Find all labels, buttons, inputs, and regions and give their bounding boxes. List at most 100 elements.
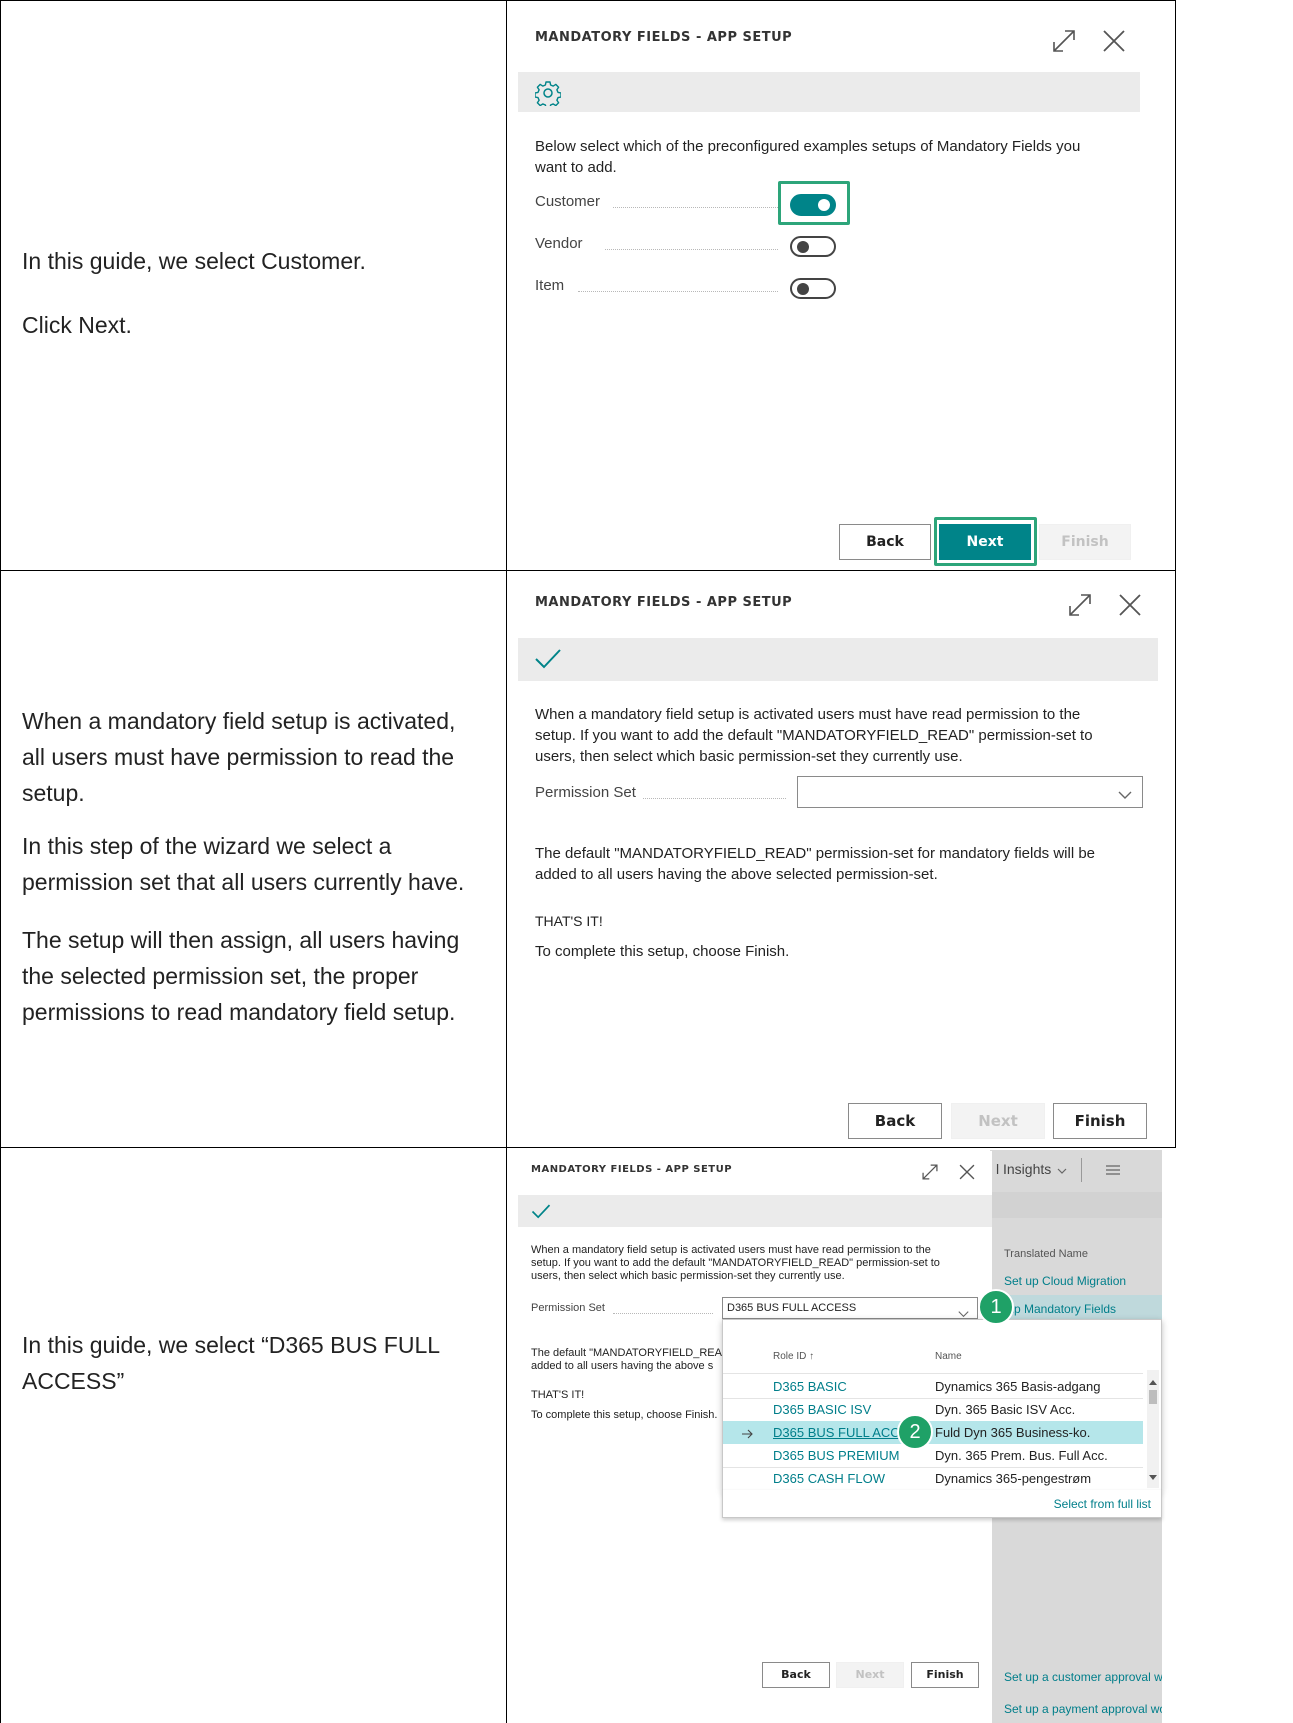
thats-it-heading: THAT'S IT! [535, 913, 603, 929]
item-label: Item [535, 277, 565, 294]
dialog-title: MANDATORY FIELDS - APP SETUP [535, 595, 793, 610]
permission-set-label: Permission Set [535, 784, 636, 801]
checkmark-icon [531, 1203, 551, 1225]
dotted-leader [613, 207, 778, 208]
permission-set-value: D365 BUS FULL ACCESS [727, 1302, 857, 1314]
finish-button[interactable]: Finish [1039, 524, 1131, 560]
dotted-leader [578, 291, 778, 292]
permission-note-line1: The default "MANDATORYFIELD_READ [531, 1347, 730, 1359]
finish-button[interactable]: Finish [1053, 1103, 1147, 1139]
item-toggle[interactable] [790, 278, 836, 299]
guide-paragraph: In this guide, we select “D365 BUS FULL … [22, 1332, 440, 1394]
insights-label: l Insights [996, 1161, 1052, 1177]
role-name-cell: Dyn. 365 Prem. Bus. Full Acc. [935, 1448, 1108, 1463]
guide-paragraph: In this guide, we select Customer. [22, 248, 366, 274]
checkmark-icon [534, 647, 562, 676]
toggle-knob [797, 283, 809, 295]
next-button[interactable]: Next [836, 1662, 904, 1688]
settings-gear-icon [534, 80, 562, 111]
dropdown-row[interactable]: D365 BASIC Dynamics 365 Basis-adgang [723, 1375, 1161, 1398]
dialog-title: MANDATORY FIELDS - APP SETUP [531, 1164, 733, 1175]
customer-toggle[interactable] [790, 194, 836, 216]
permission-set-select[interactable] [797, 776, 1143, 808]
dropdown-row[interactable]: D365 BASIC ISV Dyn. 365 Basic ISV Acc. [723, 1398, 1161, 1421]
vendor-toggle[interactable] [790, 236, 836, 257]
back-button[interactable]: Back [848, 1103, 942, 1139]
guide-paragraph: The setup will then assign, all users ha… [22, 927, 460, 1025]
next-button[interactable]: Next [951, 1103, 1045, 1139]
arrow-right-icon [741, 1427, 753, 1442]
role-name-cell: Fuld Dyn 365 Business-ko. [935, 1425, 1091, 1440]
bg-list-item[interactable]: tup Mandatory Fields [1004, 1302, 1116, 1316]
permission-note: The default "MANDATORYFIELD_READ" permis… [535, 845, 1096, 883]
dialog-intro: Below select which of the preconfigured … [535, 138, 1081, 176]
close-icon[interactable] [958, 1163, 976, 1186]
dropdown-footer: Select from full list [722, 1490, 1162, 1518]
dialog-title: MANDATORY FIELDS - APP SETUP [535, 30, 793, 45]
translated-name-header: Translated Name [1004, 1248, 1088, 1260]
select-from-full-list-link[interactable]: Select from full list [1054, 1497, 1151, 1511]
column-header-role-id[interactable]: Role ID ↑ [773, 1351, 814, 1362]
complete-text: To complete this setup, choose Finish. [531, 1409, 718, 1421]
insights-menu[interactable]: l Insights [996, 1161, 1067, 1178]
scrollbar-thumb[interactable] [1149, 1390, 1157, 1404]
expand-icon[interactable] [921, 1163, 939, 1186]
guide-paragraph: In this step of the wizard we select a p… [22, 833, 465, 895]
step-badge-1: 1 [978, 1289, 1014, 1325]
row-separator [723, 1373, 1143, 1374]
scroll-down-icon[interactable] [1149, 1468, 1157, 1486]
dropdown-row[interactable]: D365 BUS PREMIUM Dyn. 365 Prem. Bus. Ful… [723, 1444, 1161, 1467]
chevron-down-icon [1057, 1162, 1067, 1178]
guide-paragraph: Click Next. [22, 312, 132, 338]
expand-icon[interactable] [1051, 28, 1077, 59]
column-header-name[interactable]: Name [935, 1351, 962, 1362]
guide-text-row3: In this guide, we select “D365 BUS FULL … [0, 1147, 507, 1723]
dropdown-scrollbar[interactable] [1147, 1370, 1159, 1488]
bg-list-item[interactable]: Set up Cloud Migration [1004, 1274, 1126, 1288]
dotted-leader [643, 798, 786, 799]
dropdown-row[interactable]: D365 CASH FLOW Dynamics 365-pengestrøm [723, 1467, 1161, 1490]
vendor-label: Vendor [535, 235, 583, 252]
dropdown-row-selected[interactable]: D365 BUS FULL ACCESS Fuld Dyn 365 Busine… [723, 1421, 1143, 1444]
bg-list-item[interactable]: Set up a customer approval wo [1004, 1670, 1162, 1684]
expand-icon[interactable] [1067, 592, 1093, 623]
role-name-cell: Dynamics 365-pengestrøm [935, 1471, 1092, 1486]
role-id-cell[interactable]: D365 BUS PREMIUM [773, 1448, 899, 1463]
dialog-intro: When a mandatory field setup is activate… [535, 706, 1093, 765]
bg-list-item[interactable]: Set up a payment approval wor [1004, 1702, 1162, 1716]
role-name-cell: Dyn. 365 Basic ISV Acc. [935, 1402, 1076, 1417]
dialog-intro: When a mandatory field setup is activate… [531, 1244, 940, 1282]
status-band [518, 72, 1140, 112]
next-button[interactable]: Next [939, 524, 1031, 560]
chevron-down-icon [1118, 787, 1132, 805]
dotted-leader [605, 249, 778, 250]
thats-it-heading: THAT'S IT! [531, 1389, 585, 1401]
hamburger-menu-icon[interactable] [1105, 1163, 1121, 1181]
permission-set-dropdown[interactable]: Role ID ↑ Name D365 BASIC Dynamics 365 B… [722, 1319, 1162, 1491]
guide-text-row1: In this guide, we select Customer. Click… [0, 0, 507, 571]
complete-text: To complete this setup, choose Finish. [535, 943, 790, 960]
setup-dialog-step2: MANDATORY FIELDS - APP SETUP When a mand… [518, 577, 1170, 1143]
status-band [518, 1195, 992, 1227]
finish-button[interactable]: Finish [911, 1662, 979, 1688]
back-button[interactable]: Back [839, 524, 931, 560]
role-id-cell[interactable]: D365 BASIC ISV [773, 1402, 871, 1417]
step-badge-2: 2 [897, 1414, 933, 1450]
back-button[interactable]: Back [762, 1662, 830, 1688]
permission-note-line2: added to all users having the above s [531, 1360, 714, 1372]
guide-paragraph: When a mandatory field setup is activate… [22, 708, 456, 806]
close-icon[interactable] [1101, 28, 1127, 59]
guide-text-row2: When a mandatory field setup is activate… [0, 570, 507, 1148]
toggle-knob [797, 241, 809, 253]
role-id-cell[interactable]: D365 BASIC [773, 1379, 847, 1394]
close-icon[interactable] [1117, 592, 1143, 623]
permission-set-select[interactable]: D365 BUS FULL ACCESS [722, 1297, 978, 1319]
customer-label: Customer [535, 193, 601, 210]
scroll-up-icon[interactable] [1149, 1372, 1157, 1390]
setup-dialog-step1: MANDATORY FIELDS - APP SETUP Below selec… [518, 12, 1170, 567]
role-name-cell: Dynamics 365 Basis-adgang [935, 1379, 1101, 1394]
role-id-cell[interactable]: D365 CASH FLOW [773, 1471, 885, 1486]
dotted-leader [613, 1313, 713, 1314]
permission-set-label: Permission Set [531, 1302, 605, 1314]
divider [1081, 1158, 1082, 1182]
